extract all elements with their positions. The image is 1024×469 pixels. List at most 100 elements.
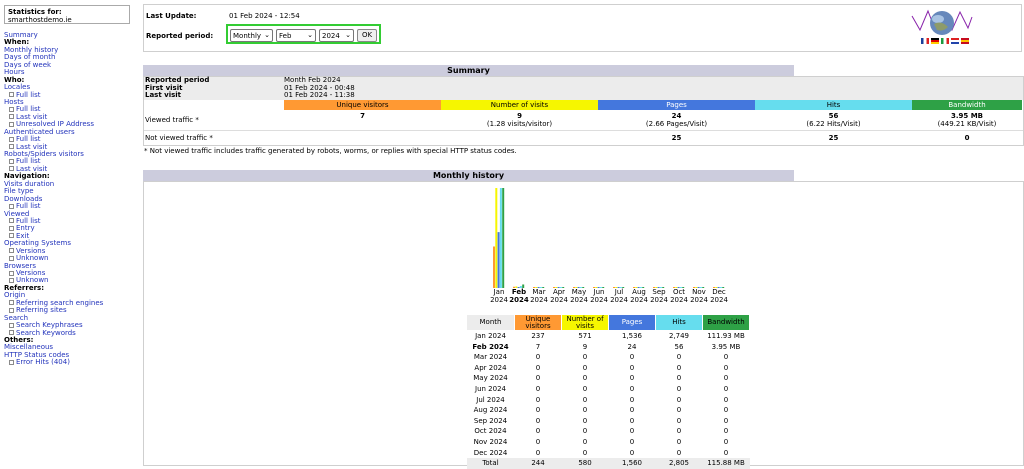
- sub-item-icon: [9, 218, 14, 224]
- flag-de-icon[interactable]: [931, 38, 939, 44]
- summary-col-unique-visitors: Unique visitors: [284, 99, 441, 110]
- history-cell-h: 0: [676, 448, 682, 457]
- history-col-hits: Hits: [655, 314, 703, 331]
- flag-it-icon[interactable]: [941, 38, 949, 44]
- history-cell-m: Mar 2024: [473, 353, 508, 362]
- summary-info-row: First visit 01 Feb 2024 - 00:48: [144, 84, 1023, 93]
- viewed-value: 9: [517, 111, 522, 120]
- history-cell-u: 0: [535, 427, 541, 436]
- flag-fr-icon[interactable]: [921, 38, 929, 44]
- menu-list: Summary When: Monthly history Days of month…: [4, 31, 132, 367]
- not-viewed-cell: [441, 131, 598, 145]
- sub-item-icon: [9, 92, 14, 97]
- history-cell-v: 571: [578, 332, 592, 340]
- history-cell-b: 111.93 MB: [707, 332, 745, 340]
- not-viewed-traffic-label: Not viewed traffic *: [145, 133, 213, 142]
- history-cell-v: 0: [582, 437, 588, 446]
- history-row: May 2024 0 0 0 0 0: [467, 373, 750, 384]
- history-cell-h: 0: [676, 427, 682, 436]
- sub-item-icon: [9, 136, 14, 142]
- header-panel: Last Update: 01 Feb 2024 - 12:54 Reporte…: [143, 4, 1022, 52]
- sub-item-icon: [9, 322, 14, 328]
- bar-hits-0: [499, 188, 502, 288]
- sub-item-icon: [9, 106, 14, 112]
- year-value: 2024: [322, 32, 340, 40]
- history-cell-h: 2,749: [668, 332, 690, 340]
- sub-item-icon: [9, 203, 14, 209]
- history-cell-h: 0: [676, 395, 682, 404]
- not-viewed-traffic-row: Not viewed traffic * 25 25 0: [144, 129, 1023, 145]
- flag-es-icon[interactable]: [961, 38, 969, 44]
- viewed-cell: 9 (1.28 visits/visitor): [441, 110, 598, 130]
- history-cell-m: Apr 2024: [474, 363, 507, 372]
- history-cell-u: 0: [535, 395, 541, 404]
- history-cell-v: 0: [582, 427, 588, 436]
- summary-table: Reported period Month Feb 2024 First visit…: [143, 76, 1024, 146]
- history-cell-m: May 2024: [473, 374, 508, 383]
- history-cell-u: 0: [535, 374, 541, 383]
- history-cell-p: 0: [629, 448, 635, 457]
- history-cell-v: 0: [582, 353, 588, 362]
- history-cell-m: Total: [466, 458, 515, 469]
- month-select[interactable]: Feb ⌄: [276, 29, 316, 42]
- sub-item-icon: [9, 225, 14, 231]
- history-row: Jan 2024 237 571 1,536 2,749 111.93 MB: [467, 331, 750, 342]
- sub-item-icon: [9, 359, 14, 365]
- month-year: 2024: [630, 296, 648, 304]
- history-cell-b: 0: [723, 374, 729, 383]
- menu-item-error-hits-404[interactable]: Error Hits (404): [4, 359, 132, 366]
- history-cell-h: 56: [674, 342, 684, 351]
- month-name: May: [571, 288, 587, 296]
- month-name: Dec: [712, 288, 726, 296]
- history-cell-h: 2,805: [655, 458, 703, 469]
- month-name: Mar: [532, 288, 546, 296]
- history-cell-p: 24: [627, 342, 637, 351]
- history-cell-h: 0: [676, 384, 682, 393]
- sub-item-icon: [9, 248, 14, 254]
- viewed-cell: 24 (2.66 Pages/Visit): [598, 110, 755, 130]
- viewed-value: 3.95 MB: [950, 111, 983, 120]
- history-cell-m: Aug 2024: [473, 406, 508, 415]
- history-cell-p: 0: [629, 395, 635, 404]
- viewed-ratio: (6.22 Hits/Visit): [806, 119, 861, 128]
- traffic-note: * Not viewed traffic includes traffic ge…: [144, 147, 517, 155]
- not-viewed-cell: 0: [964, 133, 970, 142]
- history-cell-v: 9: [582, 342, 588, 351]
- info-key: Last visit: [145, 91, 182, 99]
- chart-month-label: Jul 2024: [609, 288, 629, 304]
- awstats-logo[interactable]: [911, 8, 973, 38]
- period-type-value: Monthly: [233, 32, 262, 40]
- flag-nl-icon[interactable]: [951, 38, 959, 44]
- month-name: Jul: [614, 288, 624, 296]
- summary-info: Reported period Month Feb 2024 First visit…: [144, 76, 1023, 100]
- summary-col-number-of-visits: Number of visits: [441, 99, 598, 110]
- sub-item-icon: [9, 233, 14, 239]
- sub-item-icon: [9, 144, 14, 150]
- history-col-unique-visitors: Unique visitors: [514, 314, 562, 331]
- history-row: Mar 2024 0 0 0 0 0: [467, 352, 750, 363]
- history-cell-p: 0: [629, 437, 635, 446]
- history-cell-u: 244: [514, 458, 562, 469]
- history-cell-p: 0: [629, 406, 635, 415]
- menu-item-label[interactable]: Error Hits (404): [16, 358, 70, 366]
- language-flags: [921, 38, 971, 46]
- month-year: 2024: [509, 296, 529, 304]
- ok-button[interactable]: OK: [357, 29, 377, 42]
- history-row: Feb 2024 7 9 24 56 3.95 MB: [467, 342, 750, 353]
- month-year: 2024: [490, 296, 508, 304]
- year-select[interactable]: 2024 ⌄: [319, 29, 354, 42]
- month-year: 2024: [530, 296, 548, 304]
- viewed-traffic-label: Viewed traffic *: [145, 115, 199, 124]
- sub-item-icon: [9, 255, 14, 261]
- history-cell-u: 7: [535, 342, 541, 351]
- history-cell-m: Sep 2024: [473, 416, 508, 425]
- summary-info-row: Last visit 01 Feb 2024 - 11:38: [144, 91, 1023, 100]
- chart-month-label: Jun 2024: [589, 288, 609, 304]
- chart-month-label: May 2024: [569, 288, 589, 304]
- history-row: Dec 2024 0 0 0 0 0: [467, 448, 750, 459]
- last-update-value: 01 Feb 2024 - 12:54: [229, 12, 300, 20]
- sub-item-icon: [9, 121, 14, 127]
- chart-month-label: Feb 2024: [509, 288, 529, 304]
- period-type-select[interactable]: Monthly ⌄: [230, 29, 273, 42]
- viewed-value: 24: [671, 111, 682, 120]
